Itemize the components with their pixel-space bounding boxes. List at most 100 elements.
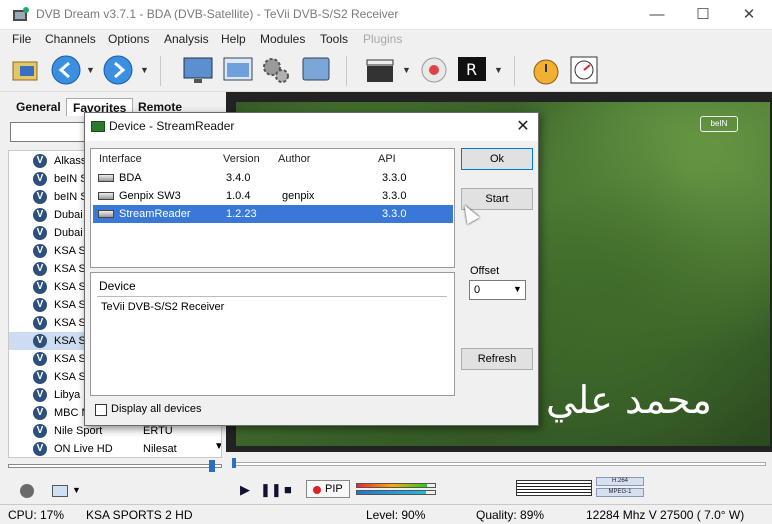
clapper-icon[interactable] (364, 54, 396, 86)
video-watermark-text: محمد علي (546, 378, 712, 422)
column-header-interface[interactable]: Interface (99, 153, 142, 165)
window-title: DVB Dream v3.7.1 - BDA (DVB-Satellite) -… (36, 7, 399, 21)
recording-dropdown-icon[interactable]: ▼ (494, 65, 503, 75)
interface-interface-cell: Genpix SW3 (119, 190, 181, 202)
channel-name: Nile Sport (54, 425, 103, 437)
status-quality: Quality: 89% (476, 508, 545, 522)
pip-label: PIP (325, 483, 343, 495)
interface-api-cell: 3.3.0 (382, 190, 407, 202)
column-header-author[interactable]: Author (278, 153, 310, 165)
list-scroll-down-icon[interactable]: ▼ (214, 441, 221, 452)
menu-analysis[interactable]: Analysis (164, 32, 209, 46)
audio-codec-badge: MPEG-1 (596, 488, 644, 497)
volume-meter[interactable] (516, 480, 592, 496)
menu-channels[interactable]: Channels (45, 32, 96, 46)
toolbar-separator (346, 56, 347, 86)
back-dropdown-icon[interactable]: ▼ (86, 65, 95, 75)
device-info-box: Device TeVii DVB-S/S2 Receiver (90, 272, 455, 396)
seek-knob[interactable] (232, 458, 236, 468)
ok-button[interactable]: Ok (461, 148, 533, 170)
open-file-icon[interactable] (10, 54, 42, 86)
interface-version-cell: 1.0.4 (226, 190, 251, 202)
panel-slider[interactable] (8, 464, 222, 468)
app-icon (12, 6, 30, 24)
channel-logo-icon: V (33, 154, 47, 168)
menu-modules[interactable]: Modules (260, 32, 305, 46)
status-bar: CPU: 17% KSA SPORTS 2 HD Level: 90% Qual… (0, 504, 772, 524)
device-card-icon (91, 121, 105, 132)
display-mode-dropdown-icon[interactable]: ▼ (72, 485, 81, 495)
display-all-devices-label[interactable]: Display all devices (111, 403, 201, 415)
title-bar: DVB Dream v3.7.1 - BDA (DVB-Satellite) -… (0, 0, 772, 30)
refresh-button[interactable]: Refresh (461, 348, 533, 370)
screen-window-icon[interactable] (222, 54, 254, 86)
interface-author-cell: genpix (282, 190, 315, 202)
fullscreen-icon[interactable] (300, 54, 332, 86)
signal-quality-meter (356, 490, 436, 495)
display-all-devices-checkbox[interactable] (95, 404, 107, 416)
menu-file[interactable]: File (12, 32, 31, 46)
panel-slider-knob[interactable] (209, 460, 215, 472)
offset-select[interactable]: 0 ▼ (469, 280, 526, 300)
interface-row[interactable]: StreamReader 1.2.23 3.3.0 (93, 205, 453, 223)
stopwatch-icon[interactable] (530, 54, 562, 86)
monitor-icon[interactable] (182, 54, 214, 86)
minimize-button[interactable]: — (634, 0, 680, 30)
interface-api-cell: 3.3.0 (382, 208, 407, 220)
channel-row[interactable]: V ON Live HD Nilesat (9, 440, 221, 457)
signal-level-fill (357, 484, 428, 487)
column-header-version[interactable]: Version (223, 153, 260, 165)
epg-icon[interactable] (568, 54, 600, 86)
seek-bar[interactable] (232, 462, 766, 466)
interface-api-cell: 3.3.0 (382, 172, 407, 184)
toolbar: ▼ ▼ ▼ R ▼ (0, 50, 772, 92)
tab-general[interactable]: General (10, 98, 67, 116)
interface-row[interactable]: BDA 3.4.0 3.3.0 (93, 169, 453, 187)
forward-icon[interactable] (102, 54, 134, 86)
status-channel: KSA SPORTS 2 HD (86, 508, 193, 522)
recording-R-icon[interactable]: R (456, 54, 488, 86)
toolbar-separator (160, 56, 161, 86)
menu-options[interactable]: Options (108, 32, 149, 46)
signal-quality-fill (357, 491, 427, 494)
record-disk-icon[interactable] (418, 54, 450, 86)
dialog-close-button[interactable]: ✕ (511, 115, 535, 139)
dialog-title: Device - StreamReader (109, 119, 235, 133)
chevron-down-icon: ▼ (513, 284, 522, 294)
offset-label: Offset (470, 265, 500, 277)
drive-icon (98, 174, 114, 182)
clapper-dropdown-icon[interactable]: ▼ (402, 65, 411, 75)
channel-logo-icon: V (33, 406, 47, 420)
drive-icon (98, 210, 114, 218)
menu-tools[interactable]: Tools (320, 32, 348, 46)
satellite-dish-icon[interactable] (20, 484, 34, 498)
playback-controls: ▶ ❚❚ ■ PIP H.264 MPEG-1 (226, 452, 772, 504)
interface-row[interactable]: Genpix SW3 1.0.4 genpix 3.3.0 (93, 187, 453, 205)
back-icon[interactable] (50, 54, 82, 86)
maximize-button[interactable]: ☐ (680, 0, 726, 30)
device-dialog: Device - StreamReader ✕ Interface Versio… (84, 112, 539, 426)
menu-plugins[interactable]: Plugins (363, 32, 402, 46)
stop-button[interactable]: ■ (284, 482, 292, 497)
channel-logo-icon: V (33, 424, 47, 438)
status-level: Level: 90% (366, 508, 426, 522)
channel-logo-icon: V (33, 442, 47, 456)
channel-logo-icon: V (33, 298, 47, 312)
device-value: TeVii DVB-S/S2 Receiver (101, 301, 225, 313)
channel-logo-icon: V (33, 370, 47, 384)
pause-button[interactable]: ❚❚ (260, 482, 282, 498)
interface-version-cell: 1.2.23 (226, 208, 257, 220)
channel-satellite: ERTU (143, 425, 173, 437)
forward-dropdown-icon[interactable]: ▼ (140, 65, 149, 75)
pip-button[interactable]: PIP (306, 480, 350, 498)
toolbar-separator (514, 56, 515, 86)
channel-name: ON Live HD (54, 443, 113, 455)
settings-gears-icon[interactable] (260, 54, 292, 86)
play-button[interactable]: ▶ (240, 482, 250, 498)
interface-list[interactable]: Interface Version Author API BDA 3.4.0 3.3… (90, 148, 455, 268)
close-button[interactable]: ✕ (726, 0, 772, 30)
menu-help[interactable]: Help (221, 32, 246, 46)
offset-value: 0 (474, 284, 481, 296)
column-header-api[interactable]: API (378, 153, 396, 165)
display-mode-icon[interactable] (52, 485, 68, 497)
